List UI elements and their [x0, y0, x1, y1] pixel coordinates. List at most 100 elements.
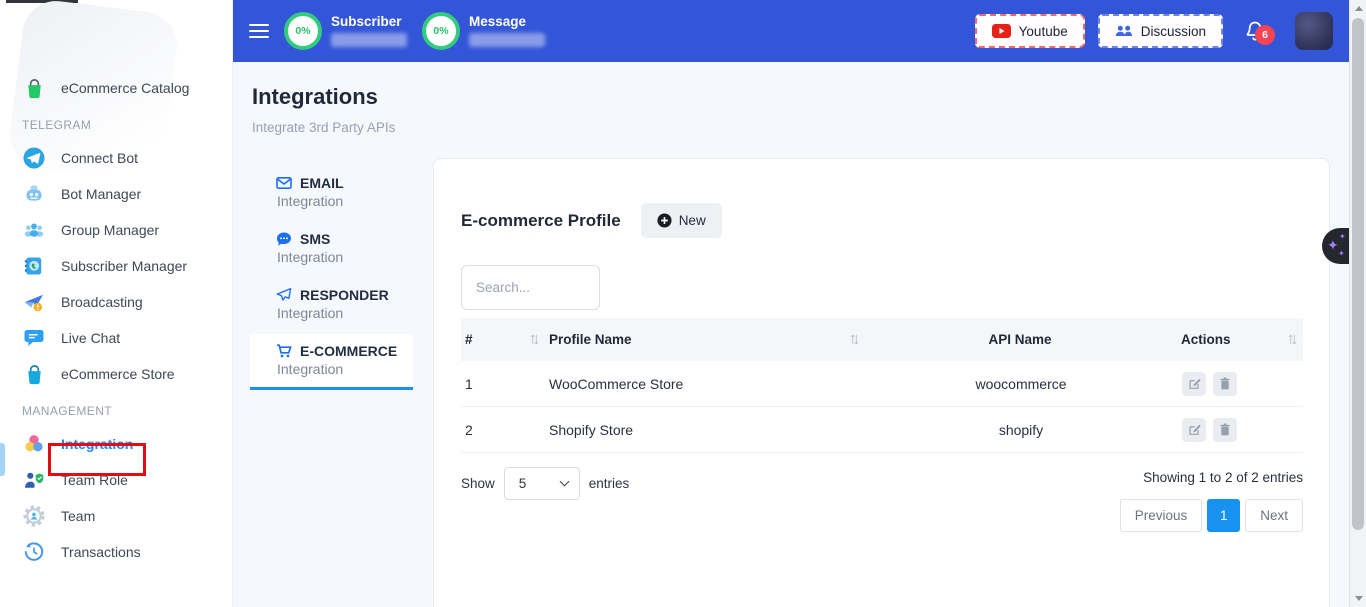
sidebar-item-label: Integration	[61, 436, 133, 452]
sidebar-item-ecommerce-store[interactable]: eCommerce Store	[0, 356, 232, 392]
message-stat-blurred-value	[469, 33, 545, 47]
search-input[interactable]	[461, 265, 600, 310]
delete-button[interactable]	[1213, 372, 1237, 396]
tab-label: RESPONDER	[300, 287, 389, 303]
cart-icon	[276, 343, 292, 359]
youtube-button-label: Youtube	[1019, 24, 1068, 39]
address-book-icon	[22, 254, 46, 278]
edit-button[interactable]	[1182, 418, 1206, 442]
sidebar-item-integration[interactable]: Integration	[0, 426, 232, 462]
sidebar-item-label: Broadcasting	[61, 294, 143, 310]
sidebar-section-telegram: TELEGRAM	[22, 118, 232, 132]
cell-num: 2	[461, 422, 545, 438]
clock-history-icon	[22, 540, 46, 564]
panel-title: E-commerce Profile	[461, 211, 621, 231]
column-header-num[interactable]: #	[461, 332, 545, 347]
next-page-button[interactable]: Next	[1245, 499, 1303, 532]
sparkle-tiny-icon: ✦	[1338, 250, 1345, 258]
table-row: 1 WooCommerce Store woocommerce	[461, 361, 1303, 407]
youtube-button[interactable]: Youtube	[975, 14, 1085, 48]
sidebar-item-broadcasting[interactable]: Broadcasting	[0, 284, 232, 320]
sidebar-item-team[interactable]: Team	[0, 498, 232, 534]
telegram-plane-icon	[22, 146, 46, 170]
page-size-select[interactable]: 5	[504, 467, 580, 500]
message-stat-label: Message	[469, 14, 545, 29]
sms-bubble-icon	[276, 231, 292, 247]
column-header-profile-name[interactable]: Profile Name	[545, 332, 865, 347]
sidebar-item-team-role[interactable]: Team Role	[0, 462, 232, 498]
page-size-control: Show 5 entries	[461, 467, 629, 500]
scrollbar-thumb[interactable]	[1352, 18, 1364, 530]
show-label: Show	[461, 476, 495, 491]
tab-responder-integration[interactable]: RESPONDER Integration	[250, 278, 413, 334]
new-button[interactable]: New	[641, 203, 722, 238]
sidebar-item-bot-manager[interactable]: Bot Manager	[0, 176, 232, 212]
page-title: Integrations	[252, 84, 378, 110]
main-content: Integrations Integrate 3rd Party APIs EM…	[233, 62, 1349, 607]
sidebar-item-label: Team Role	[61, 472, 128, 488]
edit-button[interactable]	[1182, 372, 1206, 396]
sidebar-item-subscriber-manager[interactable]: Subscriber Manager	[0, 248, 232, 284]
sidebar-item-ecommerce-catalog[interactable]: eCommerce Catalog	[0, 70, 232, 106]
sidebar-item-label: Group Manager	[61, 222, 159, 238]
sidebar-item-label: Team	[61, 508, 95, 524]
broadcast-plane-icon	[22, 290, 46, 314]
sidebar-item-label: Connect Bot	[61, 150, 138, 166]
sidebar-item-transactions[interactable]: Transactions	[0, 534, 232, 570]
robot-icon	[22, 182, 46, 206]
tab-email-integration[interactable]: EMAIL Integration	[250, 166, 413, 222]
scroll-down-arrow[interactable]	[1350, 590, 1366, 607]
page-subtitle: Integrate 3rd Party APIs	[252, 120, 395, 135]
chat-bubble-icon	[22, 326, 46, 350]
tab-sublabel: Integration	[277, 361, 413, 377]
trash-icon	[1219, 377, 1231, 390]
people-group-icon	[22, 218, 46, 242]
paper-plane-icon	[276, 287, 292, 303]
tab-sublabel: Integration	[277, 193, 413, 209]
topbar: 0% Subscriber 0% Message Youtube Discuss…	[233, 0, 1349, 62]
tab-ecommerce-integration[interactable]: E-COMMERCE Integration	[250, 334, 413, 390]
sidebar-item-live-chat[interactable]: Live Chat	[0, 320, 232, 356]
user-avatar[interactable]	[1295, 12, 1333, 50]
page-1-button[interactable]: 1	[1207, 499, 1240, 532]
sort-icon	[1288, 334, 1297, 345]
column-header-api-name[interactable]: API Name	[865, 332, 1177, 347]
sidebar-item-label: eCommerce Store	[61, 366, 175, 382]
scroll-up-arrow[interactable]	[1350, 0, 1366, 17]
subscriber-progress-value: 0%	[295, 25, 310, 37]
subscriber-progress-ring: 0%	[284, 12, 322, 50]
cell-api-name: woocommerce	[865, 376, 1177, 392]
table-row: 2 Shopify Store shopify	[461, 407, 1303, 453]
previous-page-button[interactable]: Previous	[1120, 499, 1203, 532]
sidebar-item-label: Bot Manager	[61, 186, 141, 202]
tab-label: E-COMMERCE	[300, 343, 397, 359]
subscriber-stat-blurred-value	[331, 33, 407, 47]
shopping-bag-blue-icon	[22, 362, 46, 386]
person-shield-icon	[22, 468, 46, 492]
discussion-button[interactable]: Discussion	[1098, 14, 1223, 48]
tab-sublabel: Integration	[277, 249, 413, 265]
column-header-actions[interactable]: Actions	[1177, 332, 1303, 347]
notifications-button[interactable]: 6	[1245, 20, 1265, 42]
gear-person-icon	[22, 504, 46, 528]
integration-tabs: EMAIL Integration SMS Integration RESPON…	[250, 166, 413, 390]
plus-circle-icon	[657, 213, 672, 228]
subscriber-stat-label: Subscriber	[331, 14, 407, 29]
delete-button[interactable]	[1213, 418, 1237, 442]
sidebar-item-connect-bot[interactable]: Connect Bot	[0, 140, 232, 176]
sort-icon	[530, 334, 539, 345]
showing-entries-text: Showing 1 to 2 of 2 entries	[1120, 467, 1303, 485]
shopping-bag-green-icon	[22, 76, 46, 100]
sparkle-small-icon: ✦	[1339, 233, 1346, 241]
message-stat: 0% Message	[422, 12, 545, 50]
people-icon	[1115, 24, 1133, 38]
hamburger-menu-icon[interactable]	[249, 20, 269, 42]
cell-num: 1	[461, 376, 545, 392]
message-progress-value: 0%	[433, 25, 448, 37]
pagination: Previous 1 Next	[1120, 499, 1303, 532]
profiles-table: # Profile Name API Name Actions	[461, 318, 1303, 453]
cell-profile-name: WooCommerce Store	[545, 376, 865, 392]
tab-sms-integration[interactable]: SMS Integration	[250, 222, 413, 278]
sidebar-item-group-manager[interactable]: Group Manager	[0, 212, 232, 248]
trash-icon	[1219, 423, 1231, 436]
